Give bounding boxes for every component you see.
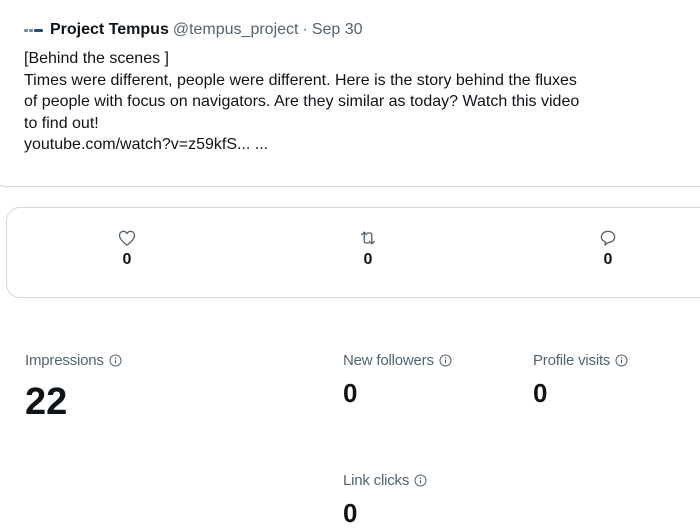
likes-metric[interactable]: 0: [107, 228, 147, 269]
info-icon[interactable]: [414, 474, 427, 487]
link-clicks-label: Link clicks: [343, 472, 427, 489]
profile-visits-value: 0: [533, 378, 548, 408]
replies-metric[interactable]: 0: [588, 228, 628, 269]
impressions-label: Impressions: [25, 352, 122, 369]
profile-visits-label-text: Profile visits: [533, 352, 611, 369]
profile-visits-label: Profile visits: [533, 352, 628, 369]
tweet-text: [Behind the scenes ] Times were differen…: [24, 48, 700, 156]
reply-icon[interactable]: [598, 228, 618, 248]
tweet-header: Project Tempus @tempus_project · Sep 30: [24, 18, 363, 42]
info-icon[interactable]: [439, 354, 452, 367]
tweet-text-line: Times were different, people were differ…: [24, 71, 577, 89]
replies-count: 0: [603, 251, 613, 268]
retweets-count: 0: [363, 251, 373, 268]
likes-count: 0: [122, 251, 132, 268]
impressions-label-text: Impressions: [25, 352, 104, 369]
info-icon[interactable]: [109, 354, 122, 367]
impressions-value: 22: [25, 381, 68, 423]
new-followers-value: 0: [343, 378, 358, 408]
link-clicks-label-text: Link clicks: [343, 472, 410, 489]
tweet-link[interactable]: youtube.com/watch?v=z59kfS... ...: [24, 134, 700, 156]
info-icon[interactable]: [615, 354, 628, 367]
heart-icon[interactable]: [117, 228, 137, 248]
tweet-text-line: [Behind the scenes ]: [24, 50, 169, 67]
author-name[interactable]: Project Tempus: [50, 21, 169, 39]
retweet-icon[interactable]: [358, 228, 378, 248]
new-followers-label-text: New followers: [343, 352, 434, 369]
avatar[interactable]: [24, 24, 44, 36]
separator-dot: ·: [302, 21, 308, 38]
tweet-date[interactable]: Sep 30: [312, 21, 363, 39]
new-followers-label: New followers: [343, 352, 452, 369]
author-handle[interactable]: @tempus_project: [173, 21, 299, 39]
tweet-text-line: to find out!: [24, 114, 99, 132]
retweets-metric[interactable]: 0: [348, 228, 388, 269]
link-clicks-value: 0: [343, 498, 358, 528]
tweet-text-line: of people with focus on navigators. Are …: [24, 93, 580, 110]
